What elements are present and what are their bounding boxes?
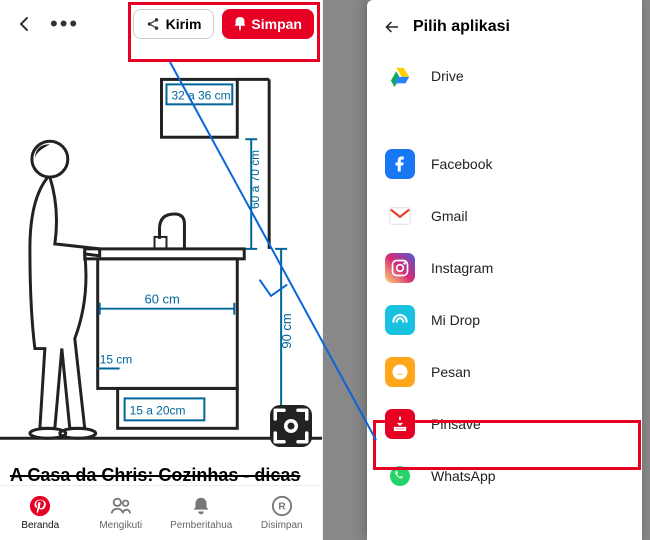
nav-label: Disimpan [261, 520, 303, 531]
app-item-drive[interactable]: Drive [367, 50, 642, 102]
app-item-whatsapp[interactable]: WhatsApp [367, 450, 642, 502]
bottom-nav: Beranda Mengikuti Pemberitahua R Disimpa… [0, 485, 322, 540]
svg-text:15 cm: 15 cm [100, 353, 133, 367]
app-item-midrop[interactable]: Mi Drop [367, 294, 642, 346]
app-item-pesan[interactable]: ••• Pesan [367, 346, 642, 398]
share-icon [146, 17, 160, 31]
back-icon[interactable] [383, 18, 401, 36]
topbar: ••• Kirim Simpan [0, 0, 322, 47]
app-label: Mi Drop [431, 312, 480, 328]
sheet-title: Pilih aplikasi [413, 18, 510, 36]
svg-text:60 a 70 cm: 60 a 70 cm [248, 150, 262, 209]
pin-icon [234, 17, 246, 31]
save-label: Simpan [251, 16, 302, 32]
bell-icon [190, 495, 212, 517]
svg-text:15 a 20cm: 15 a 20cm [130, 404, 186, 418]
nav-beranda[interactable]: Beranda [0, 486, 81, 540]
nav-disimpan[interactable]: R Disimpan [242, 486, 323, 540]
app-label: Instagram [431, 260, 493, 276]
app-label: Gmail [431, 208, 468, 224]
nav-label: Mengikuti [99, 520, 142, 531]
nav-mengikuti[interactable]: Mengikuti [81, 486, 162, 540]
svg-text:32 a 36 cm: 32 a 36 cm [171, 89, 230, 103]
pesan-icon: ••• [385, 357, 415, 387]
pin-title: A Casa da Chris: Cozinhas - dicas [0, 461, 322, 485]
profile-icon: R [271, 495, 293, 517]
facebook-icon [385, 149, 415, 179]
nav-pemberitahua[interactable]: Pemberitahua [161, 486, 242, 540]
app-item-pinsave[interactable]: Pinsave [367, 398, 642, 450]
pin-image[interactable]: 32 a 36 cm 60 a 70 cm [0, 47, 322, 461]
visual-search-button[interactable] [270, 405, 312, 447]
svg-text:•••: ••• [398, 372, 403, 377]
share-button[interactable]: Kirim [133, 9, 215, 39]
app-label: Facebook [431, 156, 492, 172]
lens-icon [270, 405, 312, 447]
app-item-instagram[interactable]: Instagram [367, 242, 642, 294]
people-icon [110, 495, 132, 517]
gmail-icon [385, 201, 415, 231]
nav-label: Pemberitahua [170, 520, 232, 531]
app-item-facebook[interactable]: Facebook [367, 138, 642, 190]
app-item-gmail[interactable]: Gmail [367, 190, 642, 242]
svg-text:60 cm: 60 cm [145, 292, 180, 307]
instagram-icon [385, 253, 415, 283]
share-label: Kirim [166, 16, 202, 32]
pinsave-icon [385, 409, 415, 439]
save-button[interactable]: Simpan [222, 9, 314, 39]
back-button[interactable] [8, 7, 42, 41]
chevron-left-icon [17, 16, 33, 32]
app-label: Drive [431, 68, 464, 84]
share-sheet: Pilih aplikasi Drive Facebook Gmail Instagr… [367, 0, 642, 540]
svg-text:R: R [278, 502, 286, 513]
kitchen-diagram: 32 a 36 cm 60 a 70 cm [0, 47, 322, 461]
drive-icon [385, 61, 415, 91]
app-label: Pesan [431, 364, 471, 380]
svg-text:90 cm: 90 cm [279, 314, 294, 349]
app-label: Pinsave [431, 416, 481, 432]
app-label: WhatsApp [431, 468, 496, 484]
nav-label: Beranda [21, 520, 59, 531]
pinterest-icon [29, 495, 51, 517]
whatsapp-icon [385, 461, 415, 491]
more-button[interactable]: ••• [50, 11, 79, 37]
midrop-icon [385, 305, 415, 335]
